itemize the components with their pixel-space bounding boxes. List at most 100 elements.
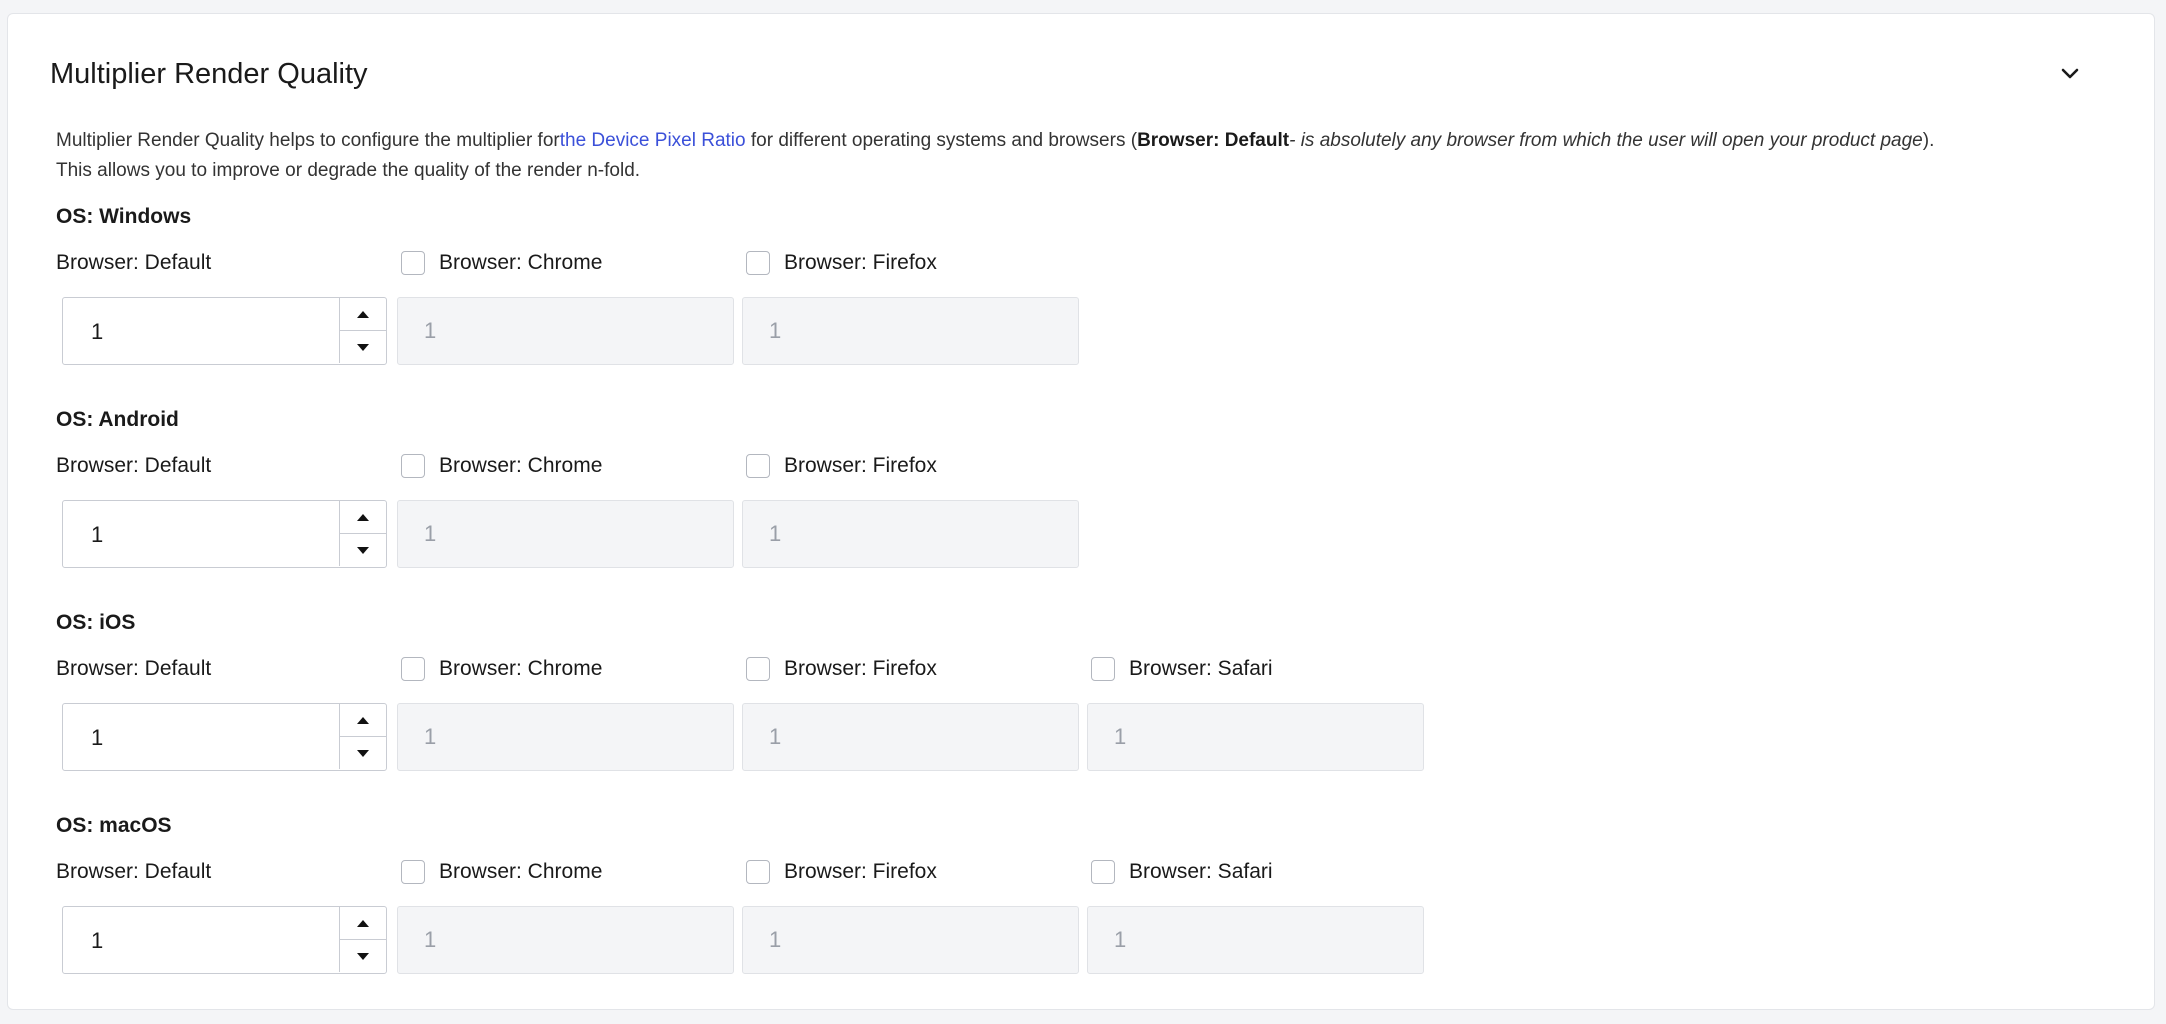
caret-up-icon <box>357 513 369 521</box>
increment-button[interactable] <box>340 704 386 737</box>
os-title: OS: macOS <box>56 814 172 837</box>
browser-checkbox[interactable] <box>401 454 425 478</box>
decrement-button[interactable] <box>340 737 386 769</box>
browser-default-label: Browser: Default <box>56 657 212 680</box>
description: Multiplier Render Quality helps to confi… <box>56 126 2106 186</box>
default-multiplier-input[interactable] <box>89 501 323 568</box>
browser-checkbox[interactable] <box>401 657 425 681</box>
description-text: for different operating systems and brow… <box>745 130 1138 151</box>
browser-checkbox-label[interactable]: Browser: Safari <box>1091 652 1273 686</box>
os-section: OS: iOS Browser: Default Browser: Chrome Br… <box>56 608 1556 778</box>
browser-default-label: Browser: Default <box>56 860 212 883</box>
browser-name: Browser: Chrome <box>439 657 603 680</box>
caret-down-icon <box>357 546 369 554</box>
browser-name: Browser: Chrome <box>439 454 603 477</box>
browser-multiplier-input[interactable] <box>742 297 1079 365</box>
description-line-2: This allows you to improve or degrade th… <box>56 160 641 181</box>
decrement-button[interactable] <box>340 534 386 566</box>
browser-name: Browser: Chrome <box>439 251 603 274</box>
multiplier-input-row <box>56 500 1556 568</box>
description-italic-prefix: - <box>1289 130 1301 151</box>
browser-multiplier-input[interactable] <box>742 703 1079 771</box>
stepper-buttons <box>339 501 386 566</box>
stepper-buttons <box>339 907 386 972</box>
os-section: OS: macOS Browser: Default Browser: Chrome… <box>56 811 1556 981</box>
description-line-1: Multiplier Render Quality helps to confi… <box>56 126 2106 156</box>
multiplier-input-row <box>56 703 1556 771</box>
caret-up-icon <box>357 919 369 927</box>
default-multiplier-input[interactable] <box>89 907 323 974</box>
browser-multiplier-input[interactable] <box>1087 906 1424 974</box>
caret-down-icon <box>357 343 369 351</box>
increment-button[interactable] <box>340 501 386 534</box>
browser-checkbox[interactable] <box>746 657 770 681</box>
browser-multiplier-input[interactable] <box>742 500 1079 568</box>
browser-default-label: Browser: Default <box>56 251 212 274</box>
browser-label-row: Browser: Default Browser: Chrome Browser: … <box>56 246 1556 280</box>
browser-multiplier-input[interactable] <box>397 906 734 974</box>
browser-name: Browser: Safari <box>1129 657 1273 680</box>
os-title: OS: iOS <box>56 611 136 634</box>
panel-header[interactable]: Multiplier Render Quality <box>50 44 2112 104</box>
browser-checkbox-label[interactable]: Browser: Firefox <box>746 449 937 483</box>
browser-multiplier-input[interactable] <box>397 500 734 568</box>
browser-label-row: Browser: Default Browser: Chrome Browser: … <box>56 652 1556 686</box>
browser-checkbox-label[interactable]: Browser: Chrome <box>401 246 602 280</box>
chevron-down-icon[interactable] <box>2054 58 2086 90</box>
browser-name: Browser: Firefox <box>784 454 937 477</box>
browser-checkbox-label[interactable]: Browser: Firefox <box>746 855 937 889</box>
browser-checkbox[interactable] <box>401 860 425 884</box>
default-multiplier-stepper[interactable] <box>62 906 387 974</box>
browser-checkbox-label[interactable]: Browser: Firefox <box>746 246 937 280</box>
browser-name: Browser: Chrome <box>439 860 603 883</box>
default-multiplier-input[interactable] <box>89 298 323 365</box>
panel-title: Multiplier Render Quality <box>50 58 368 90</box>
stepper-buttons <box>339 298 386 363</box>
default-multiplier-stepper[interactable] <box>62 297 387 365</box>
browser-checkbox-label[interactable]: Browser: Safari <box>1091 855 1273 889</box>
description-text: ). <box>1922 130 1935 151</box>
browser-checkbox[interactable] <box>746 251 770 275</box>
browser-checkbox-label[interactable]: Browser: Chrome <box>401 855 602 889</box>
multiplier-input-row <box>56 297 1556 365</box>
os-section: OS: Windows Browser: Default Browser: Chro… <box>56 202 1556 372</box>
browser-name: Browser: Firefox <box>784 251 937 274</box>
default-multiplier-input[interactable] <box>89 704 323 771</box>
browser-checkbox-label[interactable]: Browser: Firefox <box>746 652 937 686</box>
browser-multiplier-input[interactable] <box>742 906 1079 974</box>
browser-checkbox[interactable] <box>746 860 770 884</box>
multiplier-render-quality-panel: Multiplier Render Quality Multiplier Ren… <box>7 13 2155 1010</box>
default-multiplier-stepper[interactable] <box>62 500 387 568</box>
caret-down-icon <box>357 952 369 960</box>
browser-label-row: Browser: Default Browser: Chrome Browser: … <box>56 449 1556 483</box>
browser-multiplier-input[interactable] <box>397 297 734 365</box>
decrement-button[interactable] <box>340 940 386 972</box>
description-italic: is absolutely any browser from which the… <box>1300 130 1923 151</box>
increment-button[interactable] <box>340 907 386 940</box>
browser-default-label: Browser: Default <box>56 454 212 477</box>
browser-checkbox-label[interactable]: Browser: Chrome <box>401 652 602 686</box>
browser-checkbox[interactable] <box>1091 657 1115 681</box>
browser-multiplier-input[interactable] <box>1087 703 1424 771</box>
browser-name: Browser: Safari <box>1129 860 1273 883</box>
os-title: OS: Windows <box>56 205 192 228</box>
stepper-buttons <box>339 704 386 769</box>
os-title: OS: Android <box>56 408 179 431</box>
caret-down-icon <box>357 749 369 757</box>
browser-checkbox-label[interactable]: Browser: Chrome <box>401 449 602 483</box>
multiplier-input-row <box>56 906 1556 974</box>
caret-up-icon <box>357 716 369 724</box>
decrement-button[interactable] <box>340 331 386 363</box>
default-multiplier-stepper[interactable] <box>62 703 387 771</box>
browser-name: Browser: Firefox <box>784 860 937 883</box>
device-pixel-ratio-link[interactable]: the Device Pixel Ratio <box>560 130 746 151</box>
description-text: Multiplier Render Quality helps to confi… <box>56 130 560 151</box>
description-bold: Browser: Default <box>1137 130 1290 151</box>
increment-button[interactable] <box>340 298 386 331</box>
browser-checkbox[interactable] <box>1091 860 1115 884</box>
browser-name: Browser: Firefox <box>784 657 937 680</box>
browser-checkbox[interactable] <box>401 251 425 275</box>
browser-multiplier-input[interactable] <box>397 703 734 771</box>
browser-checkbox[interactable] <box>746 454 770 478</box>
os-section: OS: Android Browser: Default Browser: Chro… <box>56 405 1556 575</box>
